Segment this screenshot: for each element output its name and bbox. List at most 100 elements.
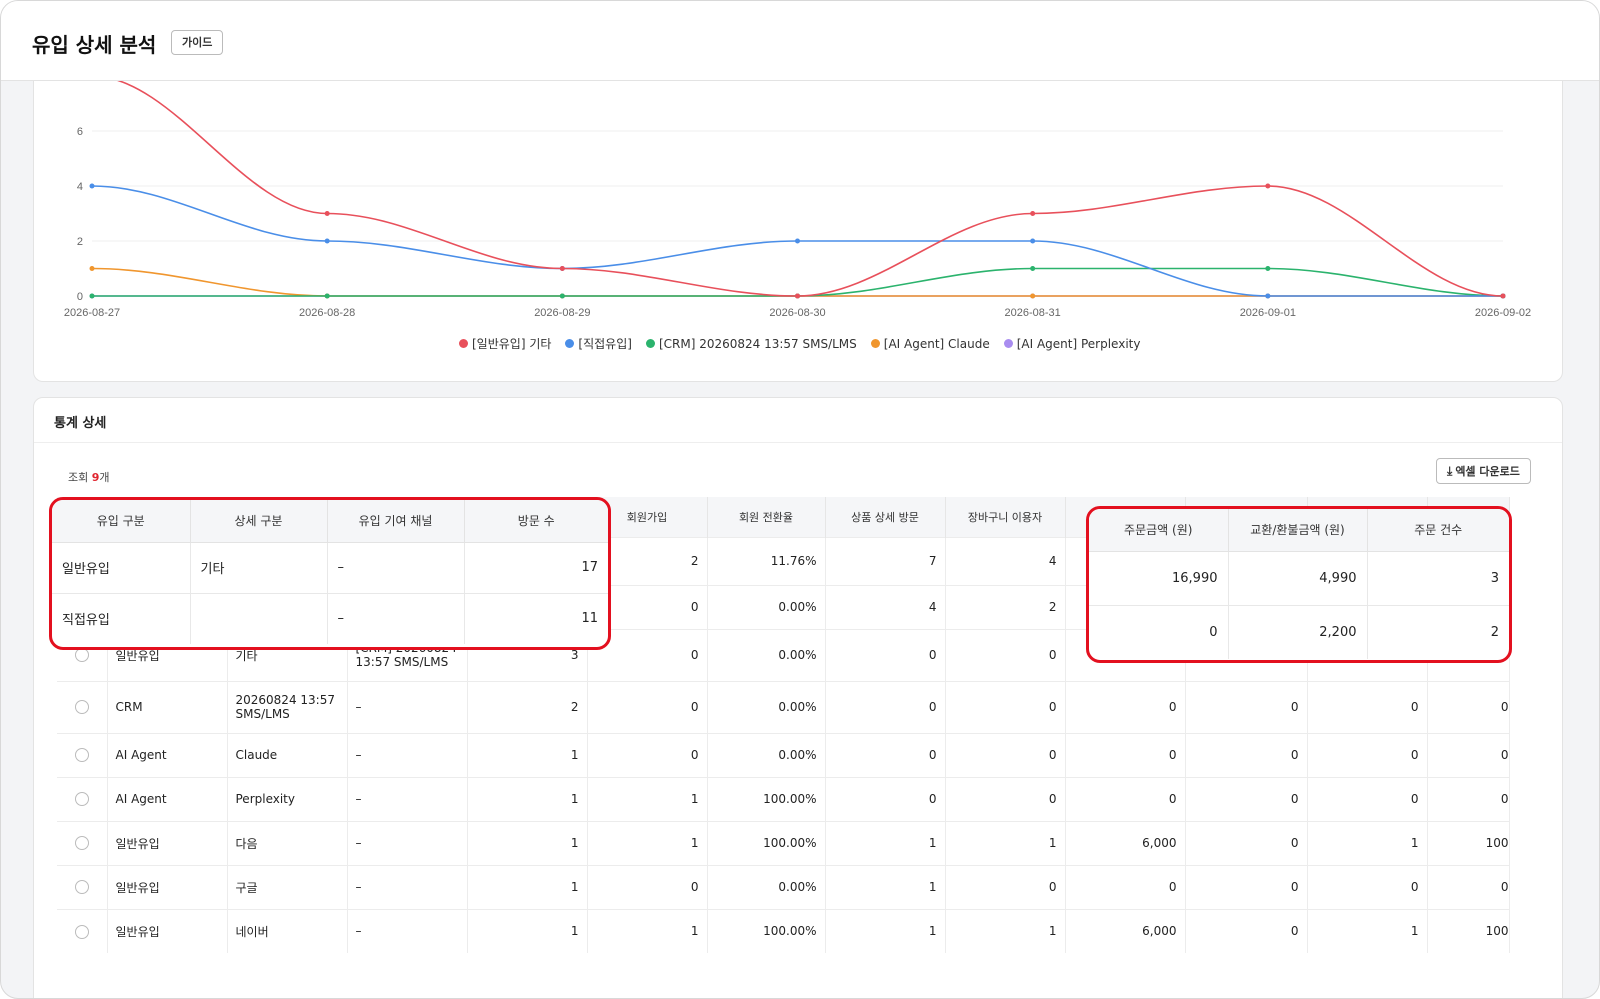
cell-signup: 1 <box>587 820 708 865</box>
cell-conversion-rate: 0.00% <box>707 864 826 909</box>
cell-select <box>57 864 108 909</box>
cell-amount: 6,000 <box>1065 820 1186 865</box>
row-select-radio[interactable] <box>74 836 89 851</box>
cell-signup: 0 <box>587 680 708 733</box>
cell-type: 일반유입 <box>107 864 228 909</box>
row-select-radio[interactable] <box>74 748 89 763</box>
cell-type: CRM <box>107 680 228 733</box>
cell-refund: 0 <box>1185 820 1308 865</box>
hl-header-amount: 주문금액 (원) <box>1089 509 1229 552</box>
data-point[interactable] <box>795 293 800 299</box>
hl-header-orders: 주문 건수 <box>1367 509 1509 552</box>
data-point[interactable] <box>1030 266 1036 271</box>
cell-signup: 0 <box>587 864 708 909</box>
table-row[interactable]: 일반유입 다음 –1 1 100.00% 1 1 6,000 0 1 100 <box>57 820 1510 865</box>
hl-header-detail: 상세 구분 <box>190 500 328 543</box>
row-select-radio[interactable] <box>74 648 89 663</box>
data-point[interactable] <box>559 293 565 299</box>
cell-conversion-rate: 0.00% <box>707 584 826 629</box>
cell-channel: – <box>347 864 468 909</box>
cell-product-visits: 0 <box>825 732 946 777</box>
cell-last-rate: 100 <box>1427 820 1510 865</box>
cell-cart-users: 1 <box>945 908 1066 953</box>
cell-amount: 0 <box>1065 776 1186 821</box>
cell-select <box>57 908 108 953</box>
guide-button[interactable]: 가이드 <box>171 30 224 55</box>
legend-item[interactable]: [CRM] 20260824 13:57 SMS/LMS <box>645 335 857 352</box>
cell-type: 일반유입 <box>107 820 228 865</box>
data-point[interactable] <box>1030 211 1036 216</box>
chart-legend: [일반유입] 기타 [직접유입] [CRM] 20260824 13:57 SMS/… <box>459 335 1140 352</box>
cell-last-rate: 0 <box>1427 776 1510 821</box>
data-point[interactable] <box>1030 238 1036 244</box>
hl-row: 직접유입 – 11 <box>52 593 608 644</box>
data-point[interactable] <box>1265 293 1271 299</box>
data-point[interactable] <box>89 293 95 299</box>
cell-cart-users: 0 <box>945 864 1066 909</box>
result-count: 조회 9개 <box>68 469 110 485</box>
cell-cart-users: 0 <box>945 732 1066 777</box>
highlight-left-panel: 유입 구분 상세 구분 유입 기여 채널 방문 수 일반유입 기타 – 17 직… <box>49 497 611 650</box>
x-tick-label: 2026-08-28 <box>299 307 355 319</box>
cell-signup: 0 <box>587 732 708 777</box>
cell-select <box>57 820 108 865</box>
cell-orders: 0 <box>1307 680 1428 733</box>
cell-type: AI Agent <box>107 776 228 821</box>
data-point[interactable] <box>1265 266 1271 271</box>
hl-row: 16,990 4,990 3 <box>1089 551 1509 606</box>
legend-item[interactable]: [직접유입] <box>565 335 632 352</box>
data-point[interactable] <box>1030 293 1036 299</box>
count-prefix: 조회 <box>68 471 92 484</box>
data-point[interactable] <box>1265 183 1271 189</box>
data-point[interactable] <box>324 238 330 244</box>
cell-conversion-rate: 0.00% <box>707 628 826 681</box>
x-tick-label: 2026-08-27 <box>64 307 120 319</box>
excel-download-button[interactable]: ⤓ 엑셀 다운로드 <box>1436 458 1531 484</box>
row-select-radio[interactable] <box>74 924 89 939</box>
hl-header-type: 유입 구분 <box>52 500 191 543</box>
hl-header-visits: 방문 수 <box>464 500 608 543</box>
hl-cell-amount: 0 <box>1089 605 1229 659</box>
hl-cell-channel: – <box>327 542 465 594</box>
cell-select <box>57 680 108 733</box>
hl-cell-detail <box>190 593 328 644</box>
cell-refund: 0 <box>1185 680 1308 733</box>
y-tick-label: 4 <box>77 181 83 193</box>
cell-visits: 1 <box>467 908 588 953</box>
series-line <box>116 81 1504 297</box>
cell-conversion-rate: 11.76% <box>707 536 826 585</box>
hl-cell-orders: 3 <box>1367 551 1509 606</box>
row-select-radio[interactable] <box>74 880 89 895</box>
cell-orders: 1 <box>1307 908 1428 953</box>
cell-amount: 0 <box>1065 732 1186 777</box>
cell-orders: 0 <box>1307 776 1428 821</box>
table-row[interactable]: AI Agent Perplexity –1 1 100.00% 0 0 0 0 0 0 <box>57 776 1510 821</box>
hl-cell-visits: 11 <box>581 611 598 627</box>
x-tick-label: 2026-08-29 <box>534 307 590 319</box>
legend-item[interactable]: [일반유입] 기타 <box>459 335 551 352</box>
table-row[interactable]: 일반유입 구글 –1 0 0.00% 1 0 0 0 0 0 <box>57 864 1510 909</box>
row-select-radio[interactable] <box>74 792 89 807</box>
cell-detail: 20260824 13:57 SMS/LMS <box>227 680 348 733</box>
data-point[interactable] <box>1500 293 1506 299</box>
data-point[interactable] <box>559 266 565 271</box>
cell-cart-users: 2 <box>945 584 1066 629</box>
row-select-radio[interactable] <box>74 700 89 715</box>
data-point[interactable] <box>89 183 95 189</box>
data-point[interactable] <box>795 238 800 244</box>
legend-item[interactable]: [AI Agent] Claude <box>870 335 990 352</box>
cell-orders: 0 <box>1307 732 1428 777</box>
hl-cell-type: 직접유입 <box>52 593 191 644</box>
x-tick-label: 2026-09-01 <box>1240 307 1296 319</box>
data-point[interactable] <box>324 293 330 299</box>
table-row[interactable]: 일반유입 네이버 –1 1 100.00% 1 1 6,000 0 1 100 <box>57 908 1510 953</box>
table-row[interactable]: AI Agent Claude –1 0 0.00% 0 0 0 0 0 0 <box>57 732 1510 777</box>
data-point[interactable] <box>89 266 95 271</box>
cell-visits: 1 <box>467 776 588 821</box>
legend-dot-icon <box>870 339 880 348</box>
legend-item[interactable]: [AI Agent] Perplexity <box>1003 335 1140 352</box>
table-row[interactable]: CRM 20260824 13:57 SMS/LMS –2 0 0.00% 0 0 0 0 0 0 <box>57 680 1510 733</box>
data-point[interactable] <box>324 211 330 216</box>
cell-detail: Claude <box>227 732 348 777</box>
cell-amount: 0 <box>1065 680 1186 733</box>
